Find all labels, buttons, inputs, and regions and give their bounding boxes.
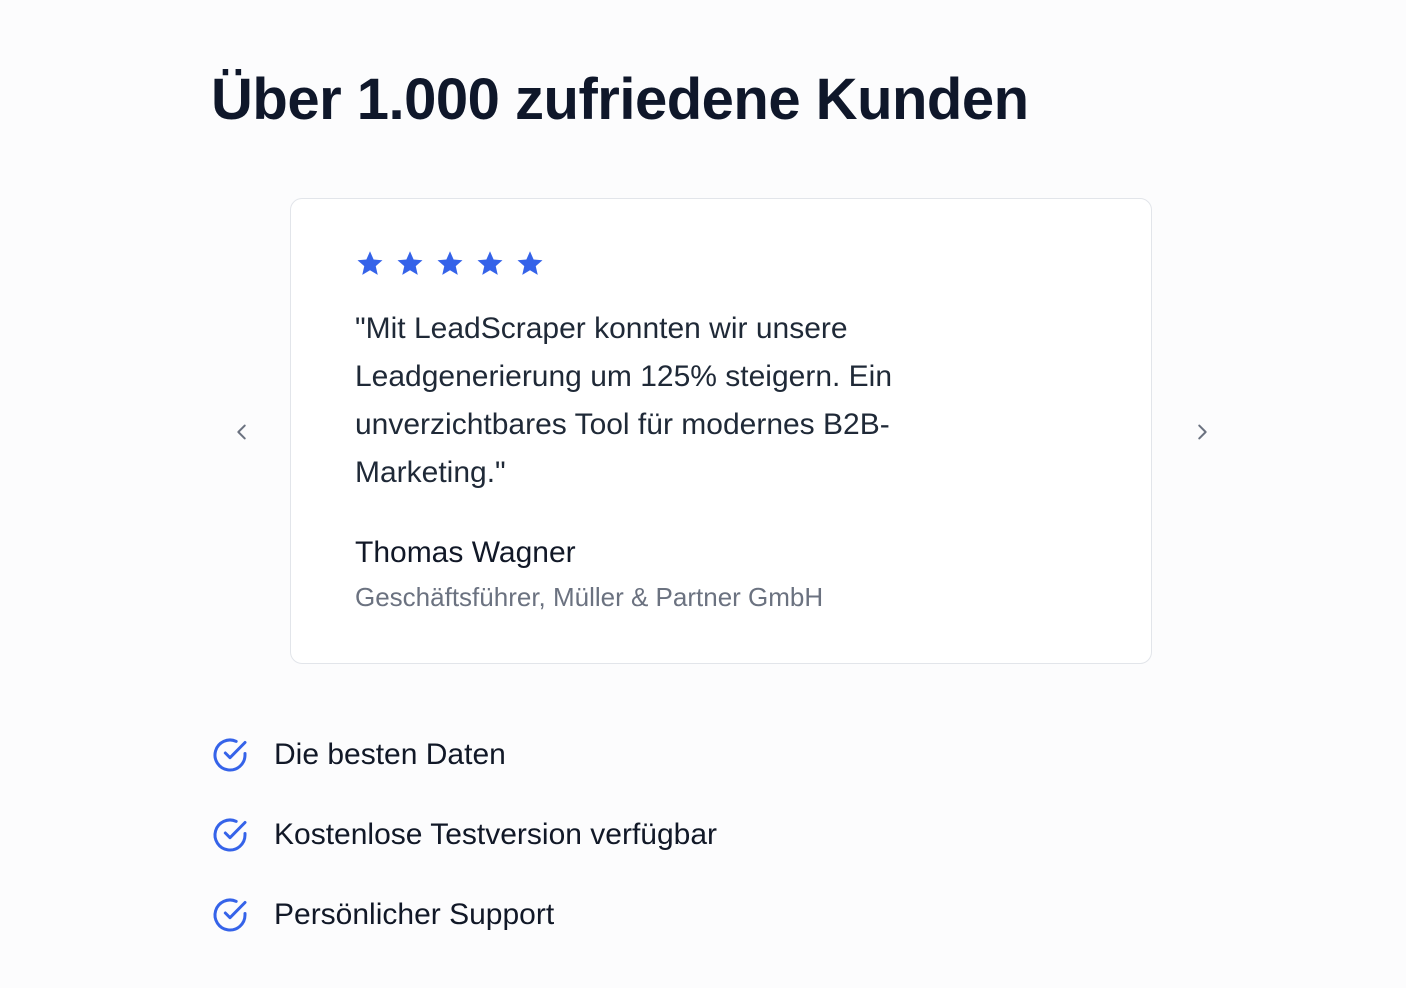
feature-item: Kostenlose Testversion verfügbar — [210, 813, 717, 857]
chevron-left-icon — [237, 424, 246, 440]
carousel-next-button[interactable] — [1180, 410, 1224, 454]
section-title: Über 1.000 zufriedene Kunden — [211, 67, 1029, 132]
testimonial-author-role: Geschäftsführer, Müller & Partner GmbH — [355, 582, 824, 612]
feature-item: Die besten Daten — [210, 733, 717, 777]
testimonial-card: "Mit LeadScraper konnten wir unsere Lead… — [290, 198, 1152, 664]
testimonial-carousel: "Mit LeadScraper konnten wir unsere Lead… — [220, 198, 1220, 666]
feature-list: Die besten Daten Kostenlose Testversion … — [210, 733, 717, 973]
star-icon — [397, 251, 423, 275]
star-icon — [517, 251, 543, 275]
carousel-prev-button[interactable] — [220, 410, 264, 454]
check-circle-icon — [213, 738, 247, 772]
chevron-right-icon — [1198, 424, 1207, 440]
testimonial-author-name: Thomas Wagner — [355, 536, 576, 569]
check-circle-icon — [213, 818, 247, 852]
star-icon — [477, 251, 503, 275]
feature-label: Die besten Daten — [274, 738, 506, 771]
check-circle-icon — [213, 898, 247, 932]
feature-label: Persönlicher Support — [274, 898, 555, 931]
star-rating — [355, 249, 545, 279]
feature-item: Persönlicher Support — [210, 893, 717, 937]
star-icon — [437, 251, 463, 275]
feature-label: Kostenlose Testversion verfügbar — [274, 818, 718, 851]
star-icon — [357, 251, 383, 275]
testimonial-quote: "Mit LeadScraper konnten wir unsere Lead… — [355, 312, 893, 489]
